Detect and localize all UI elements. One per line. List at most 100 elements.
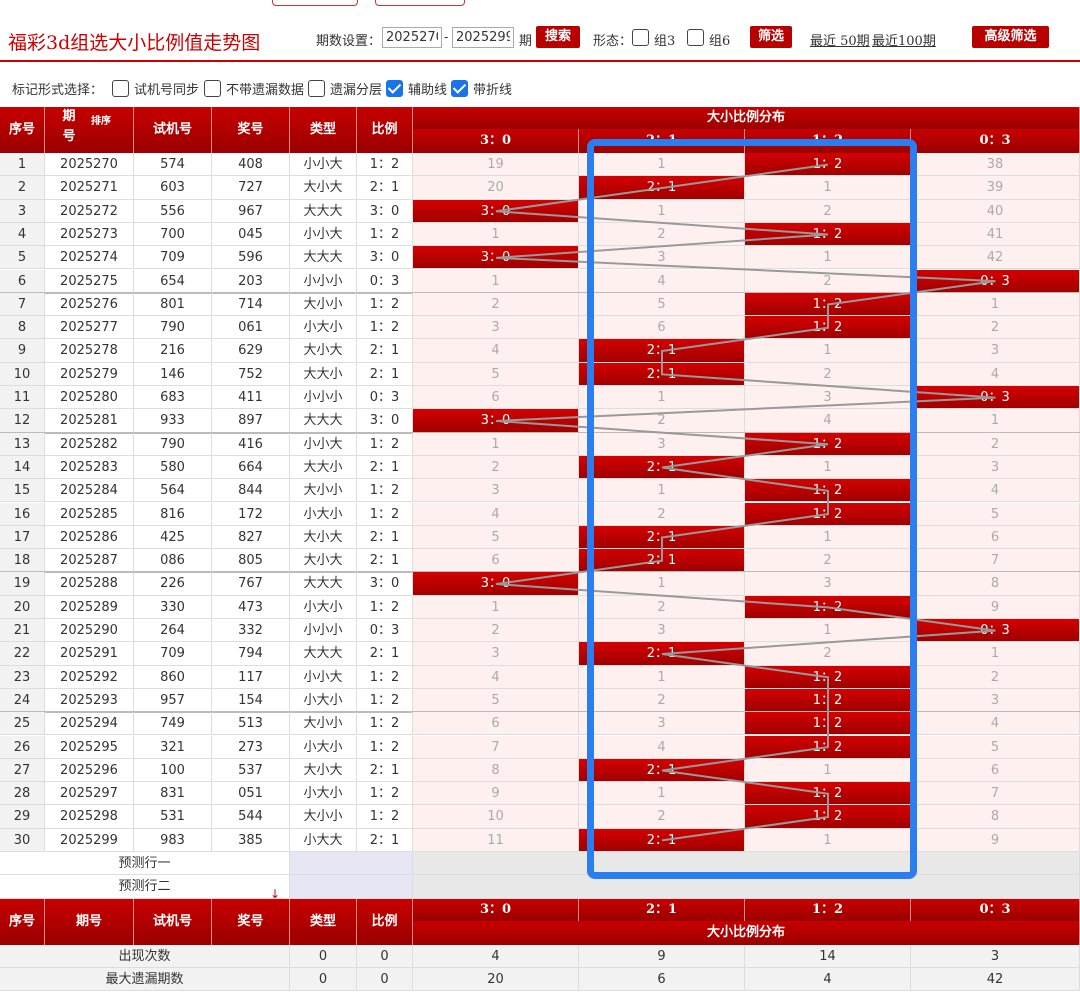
row-seq: 27 — [0, 758, 45, 783]
row-ratio: 1：2 — [357, 595, 413, 619]
search-button[interactable]: 搜索 — [536, 26, 580, 48]
row-ratio: 1：2 — [357, 688, 413, 713]
row-prize: 117 — [212, 665, 290, 689]
predict-input-cell[interactable] — [290, 875, 413, 899]
row-type: 小小小 — [290, 619, 357, 643]
top-button-2[interactable] — [375, 0, 465, 6]
dist-miss-cell: 5 — [413, 688, 579, 713]
row-prize: 767 — [212, 572, 290, 596]
dist-hit-cell: 1：2 — [745, 222, 911, 247]
footer-type: 类型 — [290, 898, 357, 945]
row-trial: 749 — [134, 712, 212, 736]
stat-type: 0 — [290, 967, 357, 992]
dist-miss-cell: 4 — [413, 665, 579, 689]
aux-line-checkbox[interactable] — [386, 80, 403, 97]
dist-miss-cell: 2 — [911, 432, 1080, 456]
dist-miss-cell: 1 — [745, 758, 911, 783]
dist-hit-cell: 3：0 — [413, 409, 579, 433]
dist-miss-cell: 9 — [911, 595, 1080, 619]
dist-hit-cell: 1：2 — [745, 316, 911, 340]
dist-miss-cell: 1 — [579, 665, 745, 689]
dist-miss-cell: 4 — [579, 269, 745, 293]
row-ratio: 2：1 — [357, 455, 413, 480]
row-type: 大小小 — [290, 292, 357, 317]
row-seq: 24 — [0, 688, 45, 713]
row-trial: 831 — [134, 782, 212, 806]
dist-hit-cell: 2：1 — [579, 339, 745, 363]
row-ratio: 3：0 — [357, 572, 413, 596]
polyline-checkbox[interactable] — [451, 80, 468, 97]
dist-miss-cell: 1 — [579, 479, 745, 503]
period-from-input[interactable] — [382, 27, 442, 48]
dist-miss-cell: 1 — [579, 386, 745, 410]
zu3-checkbox[interactable] — [632, 29, 649, 46]
header-seq: 序号 — [0, 107, 45, 153]
dist-miss-cell: 41 — [911, 222, 1080, 247]
dist-miss-cell: 4 — [579, 735, 745, 759]
stat-label: 出现次数 — [0, 944, 290, 968]
predict-input-cell[interactable] — [290, 852, 413, 876]
dist-miss-cell: 2 — [745, 549, 911, 573]
filter-button[interactable]: 筛选 — [750, 26, 792, 48]
top-button-1[interactable] — [272, 0, 358, 6]
row-prize: 752 — [212, 362, 290, 386]
dist-hit-cell: 1：2 — [745, 595, 911, 619]
row-seq: 25 — [0, 712, 45, 736]
advanced-filter-button[interactable]: 高级筛选 — [972, 26, 1049, 48]
sort-toggle[interactable]: 排序 — [91, 107, 111, 145]
row-ratio: 3：0 — [357, 246, 413, 270]
dist-hit-cell: 2：1 — [579, 828, 745, 852]
page-title: 福彩3d组选大小比例值走势图 — [8, 32, 261, 54]
row-ratio: 2：1 — [357, 362, 413, 386]
dist-hit-cell: 1：2 — [745, 479, 911, 503]
stat-type: 0 — [290, 944, 357, 968]
no-miss-data-checkbox[interactable] — [204, 80, 221, 97]
zu6-checkbox[interactable] — [687, 29, 704, 46]
dist-miss-cell: 1 — [745, 619, 911, 643]
row-prize: 513 — [212, 712, 290, 736]
row-issue: 2025287 — [45, 549, 134, 573]
row-ratio: 2：1 — [357, 176, 413, 200]
row-type: 大小大 — [290, 176, 357, 200]
trial-sync-checkbox[interactable] — [112, 80, 129, 97]
row-issue: 2025272 — [45, 199, 134, 223]
stat-value: 6 — [579, 967, 745, 992]
dist-miss-cell: 3 — [579, 432, 745, 456]
row-ratio: 1：2 — [357, 432, 413, 456]
dist-hit-cell: 2：1 — [579, 362, 745, 386]
recent-50-link[interactable]: 最近 50期 — [810, 30, 870, 49]
row-issue: 2025279 — [45, 362, 134, 386]
zu6-label: 组6 — [709, 34, 731, 49]
recent-100-link[interactable]: 最近100期 — [872, 30, 936, 49]
dist-miss-cell: 9 — [413, 782, 579, 806]
row-trial: 226 — [134, 572, 212, 596]
row-prize: 805 — [212, 549, 290, 573]
period-to-input[interactable] — [452, 27, 514, 48]
dist-miss-cell: 1 — [911, 409, 1080, 433]
header-trial: 试机号 — [134, 107, 212, 153]
dist-miss-cell: 5 — [579, 292, 745, 317]
dist-miss-cell: 1 — [745, 455, 911, 480]
row-ratio: 1：2 — [357, 153, 413, 177]
dist-hit-cell: 2：1 — [579, 758, 745, 783]
row-issue: 2025297 — [45, 782, 134, 806]
row-type: 小大小 — [290, 735, 357, 759]
dist-miss-cell: 2 — [413, 455, 579, 480]
row-prize: 051 — [212, 782, 290, 806]
row-trial: 933 — [134, 409, 212, 433]
stat-ratio: 0 — [357, 944, 413, 968]
dist-hit-cell: 2：1 — [579, 455, 745, 480]
dist-miss-cell: 2 — [579, 805, 745, 829]
row-prize: 967 — [212, 199, 290, 223]
row-prize: 537 — [212, 758, 290, 783]
polyline-label: 带折线 — [473, 83, 513, 98]
header-issue: 期号 排序 — [45, 107, 134, 153]
dist-miss-cell: 6 — [413, 549, 579, 573]
row-ratio: 1：2 — [357, 805, 413, 829]
row-issue: 2025292 — [45, 665, 134, 689]
row-trial: 425 — [134, 525, 212, 550]
dist-miss-cell: 39 — [911, 176, 1080, 200]
mark-label: 标记形式选择： — [12, 83, 104, 98]
miss-layer-checkbox[interactable] — [308, 80, 325, 97]
dist-miss-cell: 1 — [579, 782, 745, 806]
